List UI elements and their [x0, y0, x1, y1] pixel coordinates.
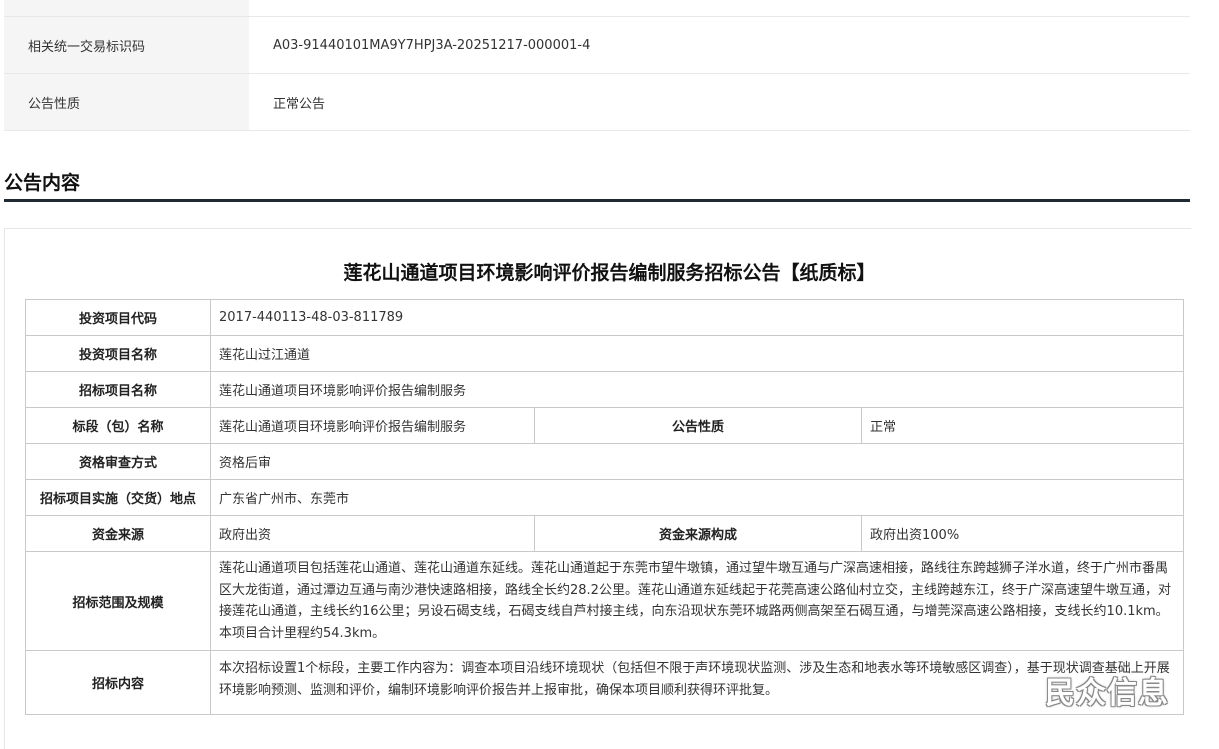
table-row: 招标项目名称 莲花山通道项目环境影响评价报告编制服务	[25, 371, 1184, 408]
row-value: 本次招标设置1个标段，主要工作内容为：调查本项目沿线环境现状（包括但不限于声环境…	[210, 650, 1184, 715]
watermark-logo: 民众信息	[1045, 676, 1169, 711]
row-label: 公告性质	[534, 407, 862, 444]
document-title: 莲花山通道项目环境影响评价报告编制服务招标公告【纸质标】	[343, 262, 876, 284]
info-row-nature: 公告性质 正常公告	[4, 73, 1190, 131]
row-value: 政府出资	[210, 515, 535, 552]
info-value: A03-91440101MA9Y7HPJ3A-20251217-000001-4	[249, 16, 1190, 74]
table-row: 投资项目名称 莲花山过江通道	[25, 335, 1184, 372]
announcement-table: 投资项目代码 2017-440113-48-03-811789 投资项目名称 莲…	[25, 299, 1184, 715]
info-key: 相关统一交易标识码	[4, 16, 249, 74]
info-table: 相关统一交易标识码 A03-91440101MA9Y7HPJ3A-2025121…	[4, 0, 1190, 131]
table-row: 招标项目实施（交货）地点 广东省广州市、东莞市	[25, 479, 1184, 516]
info-value-cell	[249, 0, 1190, 17]
section-title: 公告内容	[4, 172, 81, 194]
row-value: 广东省广州市、东莞市	[210, 479, 1184, 516]
table-row: 标段（包）名称 莲花山通道项目环境影响评价报告编制服务 公告性质 正常	[25, 407, 1184, 444]
row-value: 莲花山过江通道	[210, 335, 1184, 372]
row-label: 投资项目名称	[25, 335, 211, 372]
row-label: 投资项目代码	[25, 299, 211, 336]
info-row-transaction-id: 相关统一交易标识码 A03-91440101MA9Y7HPJ3A-2025121…	[4, 16, 1190, 74]
row-value: 正常	[861, 407, 1184, 444]
row-label: 标段（包）名称	[25, 407, 211, 444]
row-label: 招标内容	[25, 650, 211, 715]
row-label: 资金来源构成	[534, 515, 862, 552]
row-value: 资格后审	[210, 443, 1184, 480]
table-row: 资格审查方式 资格后审	[25, 443, 1184, 480]
table-row: 招标范围及规模 莲花山通道项目包括莲花山通道、莲花山通道东延线。莲花山通道起于东…	[25, 551, 1184, 651]
row-value: 莲花山通道项目环境影响评价报告编制服务	[210, 371, 1184, 408]
row-label: 资格审查方式	[25, 443, 211, 480]
section-divider	[4, 199, 1190, 202]
row-label: 招标范围及规模	[25, 551, 211, 651]
row-label: 招标项目实施（交货）地点	[25, 479, 211, 516]
row-label: 招标项目名称	[25, 371, 211, 408]
row-value: 2017-440113-48-03-811789	[210, 299, 1184, 336]
info-value: 正常公告	[249, 73, 1190, 131]
info-key-cell	[4, 0, 249, 17]
row-value: 莲花山通道项目包括莲花山通道、莲花山通道东延线。莲花山通道起于东莞市望牛墩镇，通…	[210, 551, 1184, 651]
info-key: 公告性质	[4, 73, 249, 131]
row-value: 政府出资100%	[861, 515, 1184, 552]
table-row: 投资项目代码 2017-440113-48-03-811789	[25, 299, 1184, 336]
table-row: 资金来源 政府出资 资金来源构成 政府出资100%	[25, 515, 1184, 552]
table-row: 招标内容 本次招标设置1个标段，主要工作内容为：调查本项目沿线环境现状（包括但不…	[25, 650, 1184, 715]
row-label: 资金来源	[25, 515, 211, 552]
row-value: 莲花山通道项目环境影响评价报告编制服务	[210, 407, 535, 444]
